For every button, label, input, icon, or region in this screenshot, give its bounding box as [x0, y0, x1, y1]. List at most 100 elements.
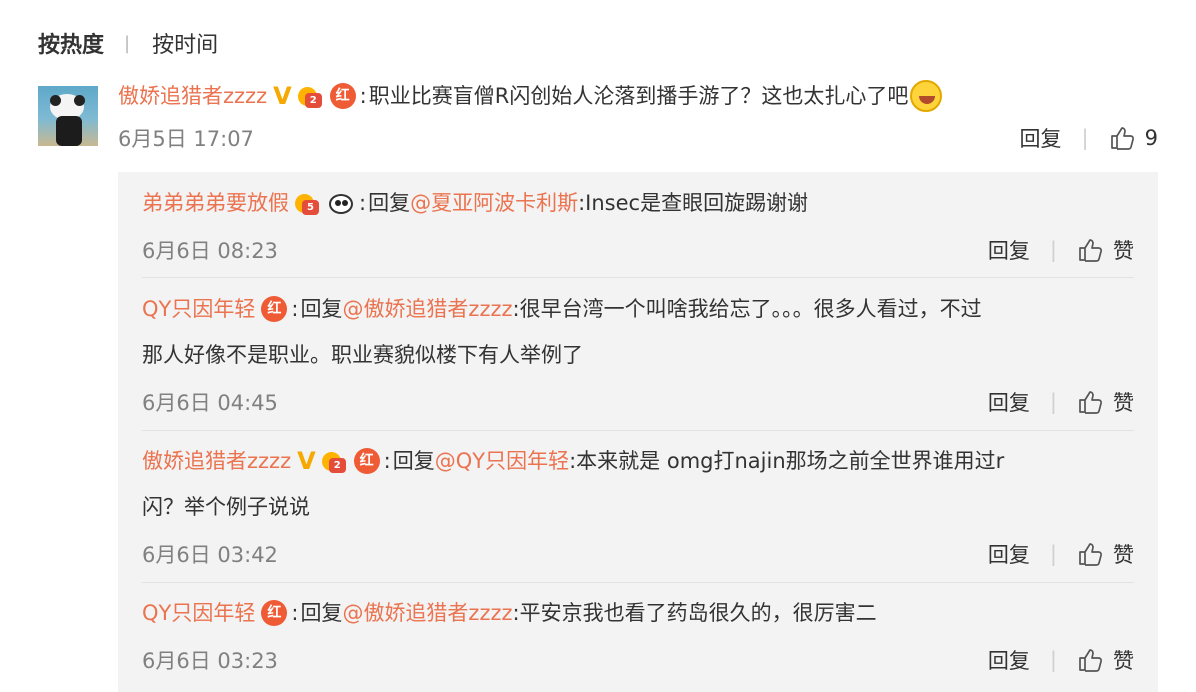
reply-username[interactable]: 傲娇追猎者zzzz [142, 438, 291, 484]
reply-line: 傲娇追猎者zzzz V 2 红 : 回复 @QY只因年轻 :本来就是 omg打n… [142, 438, 1134, 484]
reply-username[interactable]: 弟弟弟弟要放假 [142, 180, 289, 226]
colon: : [359, 191, 367, 215]
reply-actions: 回复 | 赞 [988, 539, 1134, 569]
red-badge-icon: 红 [353, 448, 380, 474]
like-label: 赞 [1113, 543, 1134, 567]
reply-date: 6月6日 08:23 [142, 239, 278, 263]
action-divider: | [1049, 648, 1057, 672]
main-comment: 傲娇追猎者zzzz V 2 红 : 职业比赛盲僧R闪创始人沦落到播手游了？这也太… [118, 78, 1168, 162]
reply-item: 弟弟弟弟要放假 5 : 回复 @夏亚阿波卡利斯 :Insec是查眼回旋踢谢谢 6… [142, 180, 1134, 270]
reply-mention[interactable]: @傲娇追猎者zzzz [342, 286, 512, 332]
reply-actions: 回复 | 赞 [988, 387, 1134, 417]
reply-prefix: 回复 [368, 191, 411, 215]
main-comment-date: 6月5日 17:07 [118, 127, 254, 151]
reply-button[interactable]: 回复 [988, 235, 1030, 265]
verified-v-icon: V [297, 447, 316, 475]
colon: : [383, 449, 391, 473]
reply-button[interactable]: 回复 [988, 645, 1030, 675]
like-button[interactable]: 赞 [1077, 539, 1134, 569]
reply-prefix: 回复 [300, 601, 343, 625]
reply-mention[interactable]: @傲娇追猎者zzzz [342, 590, 512, 636]
like-button[interactable]: 赞 [1077, 235, 1134, 265]
verified-v-icon: V [273, 82, 292, 110]
reply-prefix: 回复 [392, 449, 435, 473]
reply-text: :很早台湾一个叫啥我给忘了。。。很多人看过，不过 [512, 297, 982, 321]
reply-username[interactable]: QY只因年轻 [142, 286, 255, 332]
reply-text-continued: 那人好像不是职业。职业赛貌似楼下有人举例了 [142, 343, 583, 367]
reply-line: 弟弟弟弟要放假 5 : 回复 @夏亚阿波卡利斯 :Insec是查眼回旋踢谢谢 [142, 180, 1134, 226]
panda-icon [327, 191, 355, 215]
crown-badge-level: 2 [304, 93, 322, 108]
action-divider: | [1049, 390, 1057, 414]
crown-badge-icon: 2 [297, 84, 324, 108]
thumbs-up-icon [1109, 125, 1135, 151]
sort-by-hot-tab[interactable]: 按热度 [38, 27, 104, 59]
main-username[interactable]: 傲娇追猎者zzzz [118, 78, 267, 114]
reply-meta-row: 6月6日 03:42 回复 | 赞 [142, 534, 1134, 574]
reply-username[interactable]: QY只因年轻 [142, 590, 255, 636]
like-button[interactable]: 赞 [1077, 645, 1134, 675]
action-divider: | [1049, 542, 1057, 566]
thumbs-up-icon [1077, 647, 1103, 673]
like-label: 赞 [1113, 649, 1134, 673]
action-divider: | [1049, 238, 1057, 262]
reply-meta-row: 6月6日 08:23 回复 | 赞 [142, 230, 1134, 270]
red-badge-icon: 红 [261, 600, 288, 626]
reply-divider [142, 277, 1134, 278]
reply-divider [142, 582, 1134, 583]
main-actions: 回复 | 9 [1020, 123, 1158, 153]
reply-line-continued: 那人好像不是职业。职业赛貌似楼下有人举例了 [142, 332, 1134, 378]
main-meta-row: 6月5日 17:07 回复 | 9 [118, 114, 1158, 162]
sort-divider: | [124, 32, 131, 54]
main-comment-text: 职业比赛盲僧R闪创始人沦落到播手游了？这也太扎心了吧 [368, 84, 909, 108]
reply-button[interactable]: 回复 [988, 539, 1030, 569]
action-divider: | [1081, 126, 1089, 150]
reply-actions: 回复 | 赞 [988, 645, 1134, 675]
reply-date: 6月6日 03:23 [142, 649, 278, 673]
reply-meta-row: 6月6日 03:23 回复 | 赞 [142, 640, 1134, 680]
crown-badge-icon: 5 [295, 191, 321, 215]
reply-mention[interactable]: @QY只因年轻 [435, 438, 569, 484]
reply-meta-row: 6月6日 04:45 回复 | 赞 [142, 382, 1134, 422]
reply-line: QY只因年轻 红 : 回复 @傲娇追猎者zzzz :平安京我也看了药岛很久的，很… [142, 590, 1134, 636]
laugh-cry-emoji-icon [910, 80, 943, 112]
reply-date: 6月6日 03:42 [142, 543, 278, 567]
reply-text: :平安京我也看了药岛很久的，很厉害二 [512, 601, 877, 625]
reply-mention[interactable]: @夏亚阿波卡利斯 [410, 180, 578, 226]
panda-eye [342, 200, 348, 206]
colon: : [291, 297, 299, 321]
panda-face [329, 194, 353, 214]
reply-button[interactable]: 回复 [1020, 123, 1062, 153]
crown-badge-icon: 2 [321, 449, 348, 473]
reply-text-continued: 闪？举个例子说说 [142, 495, 310, 519]
replies-panel: 弟弟弟弟要放假 5 : 回复 @夏亚阿波卡利斯 :Insec是查眼回旋踢谢谢 6… [118, 172, 1158, 692]
reply-item: QY只因年轻 红 : 回复 @傲娇追猎者zzzz :很早台湾一个叫啥我给忘了。。… [142, 286, 1134, 422]
reply-text: :Insec是查眼回旋踢谢谢 [578, 191, 809, 215]
thumbs-up-icon [1077, 237, 1103, 263]
like-label: 赞 [1113, 239, 1134, 263]
reply-item: QY只因年轻 红 : 回复 @傲娇追猎者zzzz :平安京我也看了药岛很久的，很… [142, 590, 1134, 680]
sort-by-time-tab[interactable]: 按时间 [152, 27, 218, 59]
avatar-ear-right [74, 95, 85, 106]
panda-eye [335, 200, 341, 206]
like-button[interactable]: 9 [1109, 125, 1158, 151]
avatar-ear-left [50, 95, 61, 106]
like-count: 9 [1144, 126, 1158, 150]
reply-item: 傲娇追猎者zzzz V 2 红 : 回复 @QY只因年轻 :本来就是 omg打n… [142, 438, 1134, 574]
sort-bar: 按热度 | 按时间 [38, 27, 218, 59]
avatar-body [56, 116, 82, 146]
thumbs-up-icon [1077, 541, 1103, 567]
reply-line-continued: 闪？举个例子说说 [142, 484, 1134, 530]
reply-button[interactable]: 回复 [988, 387, 1030, 417]
reply-prefix: 回复 [300, 297, 343, 321]
reply-date: 6月6日 04:45 [142, 391, 278, 415]
red-badge-icon: 红 [329, 83, 356, 109]
crown-badge-level: 2 [328, 458, 346, 473]
like-button[interactable]: 赞 [1077, 387, 1134, 417]
colon: : [291, 601, 299, 625]
reply-text: :本来就是 omg打najin那场之前全世界谁用过r [569, 449, 1005, 473]
reply-divider [142, 430, 1134, 431]
crown-badge-level: 5 [302, 200, 319, 215]
avatar[interactable] [38, 86, 98, 146]
reply-line: QY只因年轻 红 : 回复 @傲娇追猎者zzzz :很早台湾一个叫啥我给忘了。。… [142, 286, 1134, 332]
